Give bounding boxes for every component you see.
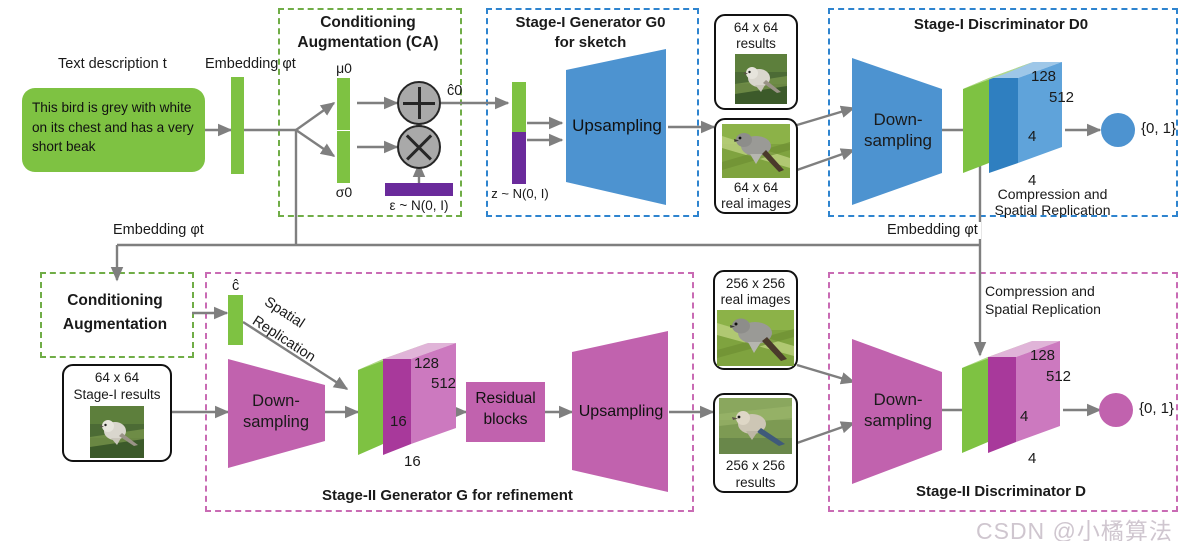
- stage1-real-images-thumbnail: [722, 124, 790, 178]
- embedding-bar: [231, 77, 244, 174]
- stage2-ca-title-line2: Augmentation: [62, 316, 168, 333]
- mu-label: μ0: [336, 60, 352, 76]
- stage2-generator-title: Stage-II Generator G for refinement: [322, 487, 573, 504]
- stage1-generator-title-line2: for sketch: [554, 34, 627, 51]
- stage2-upsampling-label: Upsampling: [578, 403, 664, 420]
- stage2-results-line1: 256 x 256: [725, 458, 786, 473]
- stage2-disc-downsampling-line1: Down-: [873, 390, 923, 409]
- text-description-label: Text description t: [58, 56, 167, 72]
- stage2-gen-cube-depth-label: 128: [414, 355, 440, 372]
- embedding-label-right-mid: Embedding φt: [884, 222, 981, 240]
- stage2-input-thumbnail: [90, 406, 144, 458]
- stage2-results-thumbnail: [719, 398, 792, 454]
- stage1-downsampling-label-line1: Down-: [873, 110, 923, 129]
- stage2-conditioning-bar: [228, 295, 243, 345]
- ca-title-line2: Augmentation (CA): [297, 34, 439, 51]
- stage2-compression-caption-line1: Compression and: [985, 283, 1095, 299]
- stage2-disc-downsampling-line2: sampling: [863, 411, 933, 430]
- stage1-cube-height-label: 4: [1028, 128, 1037, 145]
- stage1-conditioning-vector-bar: [512, 82, 526, 132]
- stage1-generator-title-line1: Stage-I Generator G0: [515, 14, 666, 31]
- stage2-real-images-thumbnail: [717, 310, 794, 366]
- stage1-results-line2: results: [736, 36, 776, 51]
- multiplication-operator-icon: [397, 125, 441, 169]
- epsilon-label: ε ~ N(0, I): [389, 198, 449, 213]
- stage2-gen-cube-height-label: 16: [390, 413, 407, 430]
- stage2-gen-cube-width-label: 512: [431, 375, 457, 392]
- stage2-disc-cube-height-label: 4: [1020, 408, 1029, 425]
- stage2-results-line2: results: [735, 475, 776, 490]
- epsilon-bar: [385, 183, 453, 196]
- stage1-results-thumbnail: [735, 54, 787, 104]
- sigma-label: σ0: [335, 184, 353, 200]
- stage2-real-images-line1: 256 x 256: [725, 276, 786, 291]
- embedding-label-left-mid: Embedding φt: [110, 222, 207, 240]
- stage1-output-node: [1101, 113, 1135, 147]
- addition-operator-icon: [397, 81, 441, 125]
- c-hat-label: ĉ: [232, 278, 240, 294]
- stage2-real-images-line2: real images: [720, 292, 791, 307]
- noise-label: z ~ N(0, I): [491, 186, 549, 201]
- stage2-discriminator-title: Stage-II Discriminator D: [915, 483, 1087, 500]
- stage1-results-line1: 64 x 64: [733, 20, 779, 35]
- stage1-compression-caption-line2: Spatial Replication: [994, 202, 1111, 218]
- stage2-disc-cube-depth-label: 128: [1030, 347, 1056, 364]
- conditioning-augmentation-box-stage2: [40, 272, 194, 358]
- stage2-ca-title-line1: Conditioning: [67, 292, 163, 309]
- embedding-label-top: Embedding φt: [205, 56, 296, 72]
- stage2-output-node: [1099, 393, 1133, 427]
- stage2-gen-cube-depth2-label: 16: [404, 453, 421, 470]
- stage1-downsampling-label-line2: sampling: [863, 131, 933, 150]
- stage1-cube-width-label: 512: [1049, 89, 1075, 106]
- stage1-cube-depth-label: 128: [1031, 68, 1057, 85]
- stage2-downsampling-label-line1: Down-: [252, 392, 300, 410]
- stage1-discriminator-title: Stage-I Discriminator D0: [913, 16, 1089, 33]
- mu-bar: [337, 78, 350, 130]
- stage2-disc-cube-depth2-label: 4: [1028, 450, 1037, 467]
- stage2-compression-caption-line2: Spatial Replication: [985, 301, 1101, 317]
- sigma-bar: [337, 131, 350, 183]
- stackgan-architecture-diagram: Text description t This bird is grey wit…: [0, 0, 1184, 541]
- stage2-input-line1: 64 x 64: [94, 370, 140, 385]
- stage2-downsampling-label-line2: sampling: [242, 413, 310, 431]
- residual-blocks-line1: Residual: [475, 390, 536, 407]
- csdn-watermark: CSDN @小橘算法屋: [976, 518, 1173, 541]
- stage1-real-images-line1: 64 x 64: [733, 180, 779, 195]
- stage2-disc-cube-width-label: 512: [1046, 368, 1072, 385]
- text-description-value: This bird is grey with white on its ches…: [32, 100, 194, 155]
- stage2-input-line2: Stage-I results: [73, 387, 161, 402]
- ca-title-line1: Conditioning: [320, 14, 416, 31]
- stage1-noise-vector-bar: [512, 132, 526, 184]
- stage2-output-label: {0, 1}: [1139, 400, 1175, 417]
- stage1-output-label: {0, 1}: [1141, 120, 1177, 137]
- stage1-upsampling-label: Upsampling: [572, 116, 662, 135]
- residual-blocks-line2: blocks: [483, 411, 528, 428]
- stage1-compression-caption-line1: Compression and: [997, 186, 1108, 202]
- stage1-real-images-line2: real images: [721, 196, 791, 211]
- c-hat-zero-label: ĉ0: [447, 83, 463, 99]
